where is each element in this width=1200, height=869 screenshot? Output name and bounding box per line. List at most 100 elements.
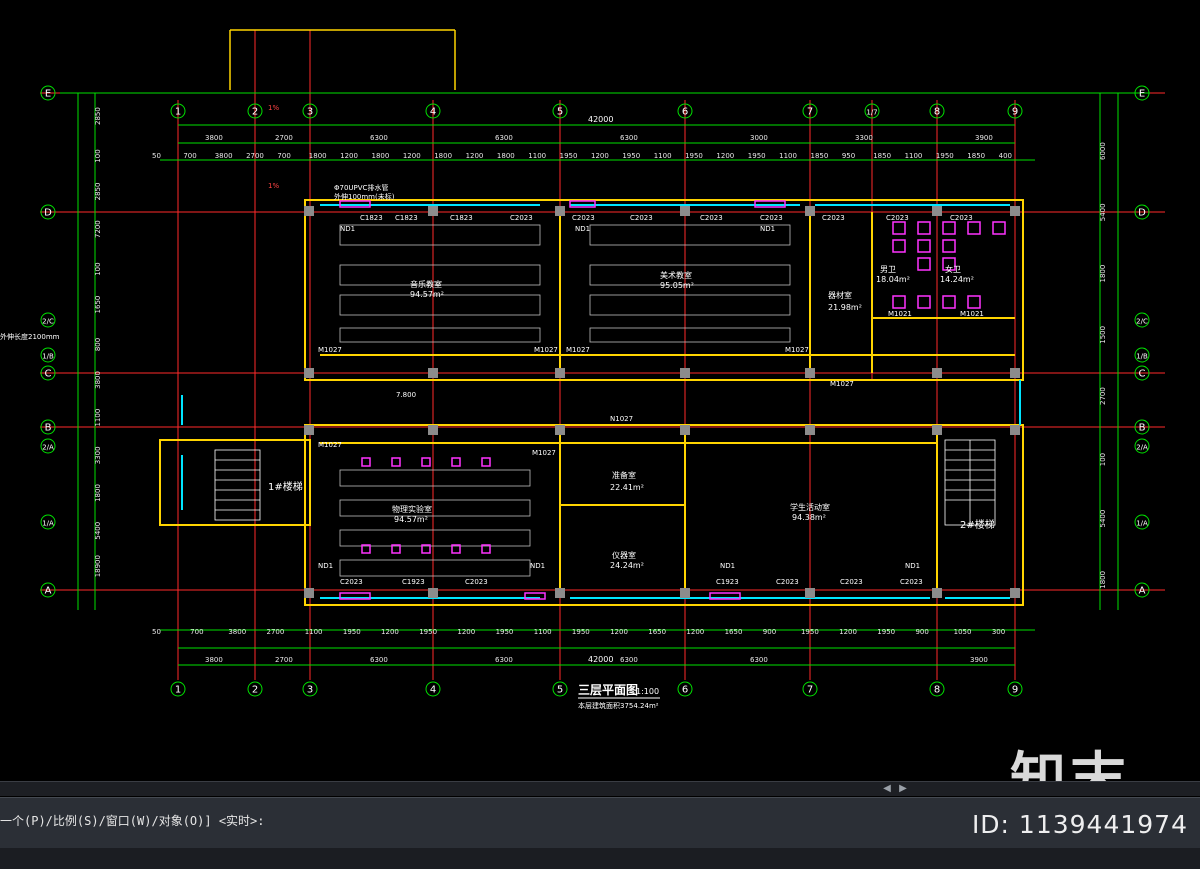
slope-note-2: 1% (268, 182, 279, 190)
scroll-left-icon[interactable]: ◀ (880, 782, 894, 796)
svg-text:5: 5 (557, 107, 563, 118)
dimension-texts: 3800 2700 6300 6300 6300 3000 3300 390050 700 380… (94, 107, 1107, 664)
window-tag-5: C2023 (572, 214, 595, 222)
window-tag-16: C2023 (840, 578, 863, 586)
window-tag-6: C2023 (630, 214, 653, 222)
top-dim-2-21: 1850 (811, 152, 829, 160)
room-men-area: 18.04m² (876, 275, 910, 284)
bottom-dim-2-13: 1650 (648, 628, 666, 636)
top-dim-2-4: 700 (277, 152, 290, 160)
drawing-title: 三层平面图 (578, 683, 638, 697)
total-dim-bottom: 42000 (588, 655, 613, 664)
top-dim-2-12: 1100 (528, 152, 546, 160)
svg-text:5: 5 (557, 685, 563, 696)
room-women-area: 14.24m² (940, 275, 974, 284)
axis-row-left-extra-0: 2/C (40, 312, 56, 328)
top-dim-2-5: 1800 (309, 152, 327, 160)
left-dim-4: 100 (94, 262, 102, 275)
left-dim-3: 7200 (94, 220, 102, 238)
scroll-right-icon[interactable]: ▶ (896, 782, 910, 796)
top-dim-2-25: 1950 (936, 152, 954, 160)
svg-text:9: 9 (1012, 685, 1018, 696)
room-equipment: 器材室 (828, 290, 852, 300)
top-dim-1-6: 3300 (855, 134, 873, 142)
top-dim-2-22: 950 (842, 152, 855, 160)
axis-col-top-9: 9 (1007, 103, 1023, 119)
window-tag-13: C1923 (402, 578, 425, 586)
window-tag-9: C2023 (822, 214, 845, 222)
top-dim-2-23: 1850 (873, 152, 891, 160)
pipe-note-2: 外伸100mm(未标) (334, 192, 395, 201)
window-tag-15: C2023 (776, 578, 799, 586)
svg-text:D: D (1138, 208, 1146, 219)
top-dim-2-24: 1100 (905, 152, 923, 160)
room-art-area: 95.05m² (660, 281, 694, 290)
slope-note: 1% (268, 104, 279, 112)
right-dim-6: 5400 (1099, 510, 1107, 528)
window-tag-2: C1823 (395, 214, 418, 222)
bottom-dim-2-19: 1950 (877, 628, 895, 636)
svg-text:6: 6 (682, 685, 688, 696)
svg-text:C: C (45, 369, 52, 380)
room-equipment-area: 21.98m² (828, 303, 862, 312)
drawing-canvas[interactable]: 1 1 2 2 3 3 4 4 5 5 6 6 7 7 8 8 9 9 1/7 E E D D C C B B A A 2/C 2/C 1/B… (0, 0, 1200, 781)
svg-text:1: 1 (175, 107, 181, 118)
watermark-logo: 知末 (1010, 747, 1130, 781)
top-dim-2-11: 1800 (497, 152, 515, 160)
room-prep-area: 22.41m² (610, 483, 644, 492)
bottom-dim-1-6: 3900 (970, 656, 988, 664)
svg-text:B: B (45, 423, 52, 434)
top-dim-2-17: 1950 (685, 152, 703, 160)
door-tag-2: M1027 (534, 346, 558, 354)
horizontal-scrollbar[interactable]: ◀ ▶ (0, 781, 1200, 796)
bottom-dim-2-4: 1100 (305, 628, 323, 636)
bottom-dim-2-14: 1200 (686, 628, 704, 636)
bottom-dim-1-2: 6300 (370, 656, 388, 664)
axis-col-bottom-1: 1 (170, 681, 186, 697)
drawing-area-note: 本层建筑面积3754.24m² (578, 701, 659, 710)
axis-col-bottom-4: 4 (425, 681, 441, 697)
floor-plan-drawing[interactable]: 1 1 2 2 3 3 4 4 5 5 6 6 7 7 8 8 9 9 1/7 E E D D C C B B A A 2/C 2/C 1/B… (0, 0, 1200, 781)
left-dim-5: 1650 (94, 296, 102, 314)
bottom-dim-2-7: 1950 (419, 628, 437, 636)
room-activity-area: 94.38m² (792, 513, 826, 522)
stair-2-label: 2#楼梯 (960, 518, 995, 531)
top-dim-2-0: 50 (152, 152, 161, 160)
axis-col-bottom-3: 3 (302, 681, 318, 697)
bottom-dim-2-15: 1650 (725, 628, 743, 636)
room-instrument: 仪器室 (612, 550, 636, 560)
svg-text:8: 8 (934, 107, 940, 118)
svg-text:3: 3 (307, 685, 313, 696)
top-dim-2-27: 400 (999, 152, 1012, 160)
door-tag-9: M1021 (888, 310, 912, 318)
top-dim-2-7: 1800 (372, 152, 390, 160)
bottom-dim-1-3: 6300 (495, 656, 513, 664)
bottom-dim-2-22: 300 (992, 628, 1005, 636)
right-dim-5: 100 (1099, 453, 1107, 466)
svg-text:3: 3 (307, 107, 313, 118)
top-dim-2-15: 1950 (622, 152, 640, 160)
door-tag-8: N1027 (610, 415, 633, 423)
svg-text:9: 9 (1012, 107, 1018, 118)
svg-text:8: 8 (934, 685, 940, 696)
axis-row-left-extra-1: 1/B (40, 347, 56, 363)
svg-text:1/B: 1/B (42, 353, 54, 361)
axis-row-left-extra-3: 1/A (40, 514, 56, 530)
nd-tag-6: ND1 (720, 562, 735, 570)
top-dim-2-16: 1100 (654, 152, 672, 160)
svg-text:E: E (1139, 89, 1145, 100)
top-dim-1-7: 3900 (975, 134, 993, 142)
svg-text:B: B (1139, 423, 1146, 434)
room-physics: 物理实验室 (392, 504, 432, 514)
bottom-dim-2-6: 1200 (381, 628, 399, 636)
command-input-bar[interactable] (0, 848, 1200, 869)
room-men: 男卫 (880, 265, 896, 274)
left-dim-12: 18900 (94, 555, 102, 577)
top-dim-1-2: 6300 (370, 134, 388, 142)
svg-text:E: E (45, 89, 51, 100)
top-dim-2-8: 1200 (403, 152, 421, 160)
svg-text:4: 4 (430, 685, 436, 696)
door-tag-6: M1027 (318, 441, 342, 449)
door-tag-10: M1021 (960, 310, 984, 318)
top-dim-2-20: 1100 (779, 152, 797, 160)
